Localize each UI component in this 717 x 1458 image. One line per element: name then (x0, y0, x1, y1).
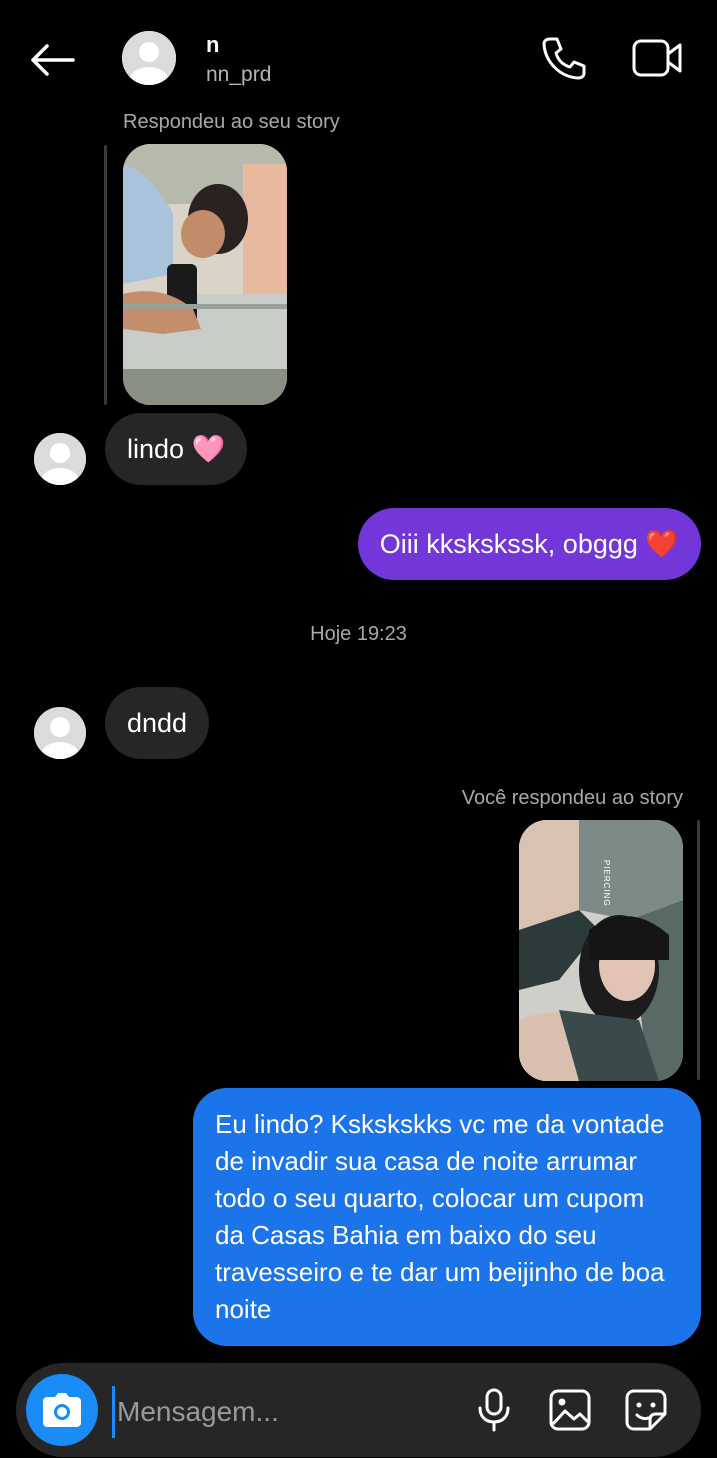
profile-avatar[interactable] (122, 31, 176, 85)
sender-avatar[interactable] (34, 707, 86, 759)
timestamp: Hoje 19:23 (310, 623, 407, 645)
incoming-message[interactable]: lindo 🩷 (105, 413, 248, 485)
video-camera-icon (632, 39, 682, 77)
video-call-button[interactable] (630, 34, 686, 82)
microphone-icon (478, 1388, 510, 1432)
arrow-left-icon (31, 44, 75, 76)
default-avatar-icon (122, 31, 176, 85)
image-icon (549, 1389, 591, 1431)
gallery-button[interactable] (545, 1385, 595, 1435)
outgoing-message[interactable]: Oiii kkskskssk, obggg ❤️ (357, 508, 701, 580)
story-reply-caption: Respondeu ao seu story (123, 111, 340, 133)
story-reply-line (104, 145, 107, 405)
call-button[interactable] (538, 34, 590, 82)
contact-username[interactable]: nn_prd (206, 63, 271, 87)
default-avatar-icon (34, 433, 86, 485)
story-thumbnail[interactable]: PIERCING (519, 820, 683, 1081)
phone-icon (542, 37, 586, 80)
story-thumbnail[interactable] (123, 144, 287, 405)
back-button[interactable] (28, 38, 76, 82)
default-avatar-icon (34, 707, 86, 759)
story-photo (123, 144, 287, 405)
sender-avatar[interactable] (34, 433, 86, 485)
story-reply-line (697, 820, 700, 1080)
story-reply-caption: Você respondeu ao story (461, 787, 683, 809)
outgoing-message[interactable]: Eu lindo? Kskskskks vc me da vontade de … (193, 1088, 701, 1346)
voice-message-button[interactable] (469, 1385, 519, 1435)
story-photo (519, 820, 683, 1081)
incoming-message[interactable]: dndd (105, 687, 210, 759)
camera-button[interactable] (26, 1374, 98, 1446)
camera-icon (43, 1393, 81, 1427)
sticker-icon (625, 1389, 667, 1431)
contact-name[interactable]: n (206, 32, 219, 58)
message-input[interactable] (112, 1386, 459, 1438)
story-overlay-text: PIERCING (602, 860, 611, 907)
sticker-button[interactable] (621, 1385, 671, 1435)
